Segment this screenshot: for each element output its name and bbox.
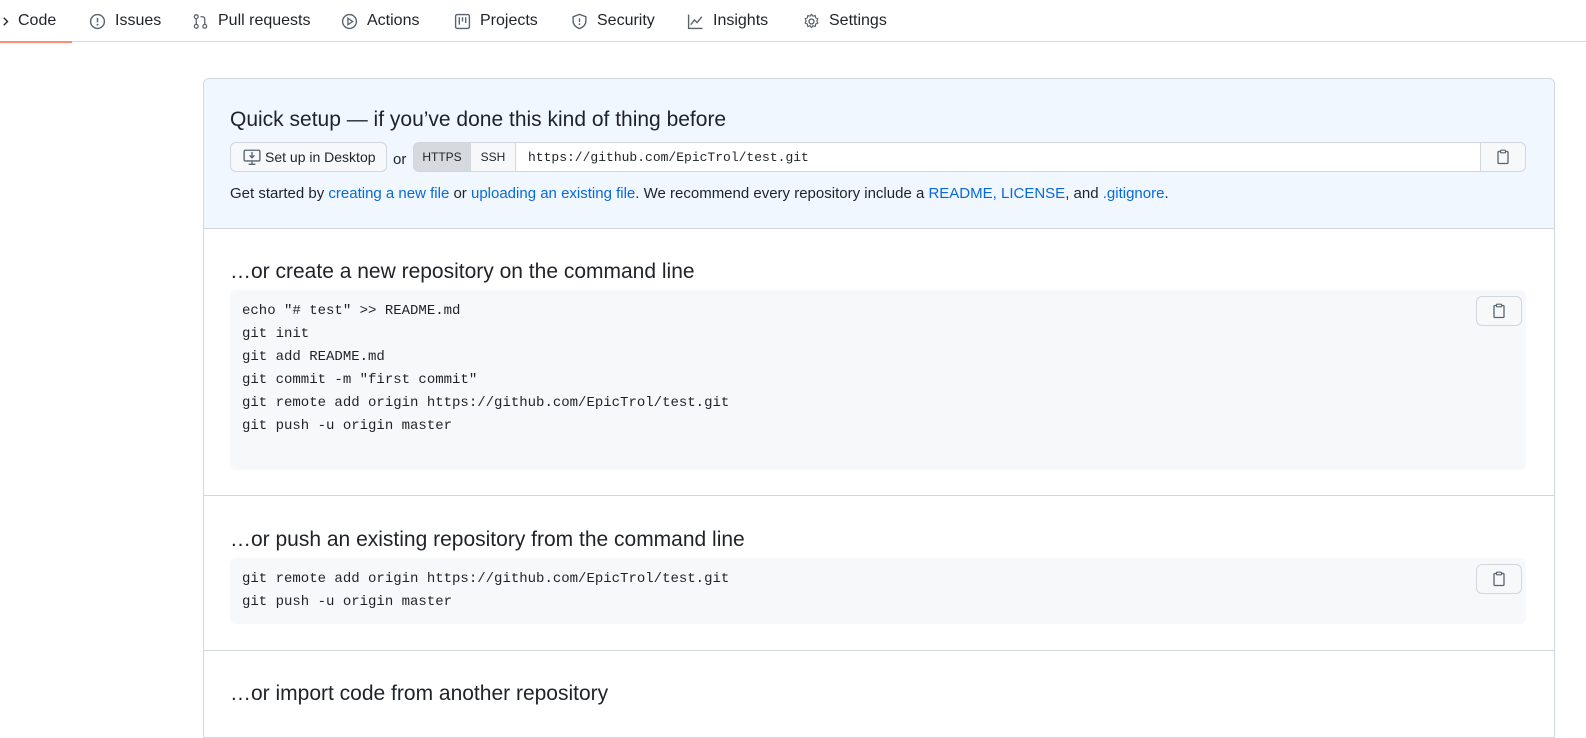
setup-in-desktop-label: Set up in Desktop bbox=[265, 149, 376, 165]
tab-label: Actions bbox=[367, 12, 420, 29]
gear-icon bbox=[804, 13, 819, 28]
gitignore-link[interactable]: .gitignore bbox=[1103, 185, 1165, 202]
protocol-https-button[interactable]: HTTPS bbox=[413, 142, 471, 172]
create-repo-code-block: echo "# test" >> README.md git init git … bbox=[230, 290, 1526, 470]
tab-label: Insights bbox=[713, 12, 769, 29]
code-line: git remote add origin https://github.com… bbox=[242, 395, 730, 411]
hint-text: or bbox=[449, 185, 471, 202]
code-line: git commit -m "first commit" bbox=[242, 372, 478, 388]
quick-setup-box: Quick setup — if you’ve done this kind o… bbox=[204, 79, 1554, 229]
create-new-file-link[interactable]: creating a new file bbox=[328, 185, 449, 202]
quick-setup-hint: Get started by creating a new file or up… bbox=[230, 185, 1169, 202]
pull-request-icon bbox=[193, 13, 208, 29]
create-repo-title: …or create a new repository on the comma… bbox=[230, 260, 695, 283]
code-line: git init bbox=[242, 326, 310, 342]
or-label: or bbox=[393, 151, 407, 168]
code-line: git push -u origin master bbox=[242, 594, 453, 610]
copy-url-button[interactable] bbox=[1480, 142, 1526, 172]
tab-security[interactable]: Security bbox=[571, 0, 655, 42]
play-icon bbox=[341, 13, 358, 29]
selected-tab-indicator bbox=[0, 41, 72, 43]
protocol-ssh-button[interactable]: SSH bbox=[471, 142, 516, 172]
tab-pull-requests[interactable]: Pull requests bbox=[192, 0, 311, 42]
clone-url-input[interactable] bbox=[516, 142, 1481, 172]
push-repo-title: …or push an existing repository from the… bbox=[230, 528, 745, 551]
empty-repo-panel: Quick setup — if you’ve done this kind o… bbox=[203, 78, 1555, 738]
tab-label: Code bbox=[18, 12, 57, 29]
upload-existing-file-link[interactable]: uploading an existing file bbox=[471, 185, 635, 202]
issue-icon bbox=[89, 13, 106, 29]
copy-push-commands-button[interactable] bbox=[1476, 564, 1522, 594]
code-line: echo "# test" >> README.md bbox=[242, 303, 461, 319]
hint-text: , bbox=[992, 185, 1001, 202]
copy-create-commands-button[interactable] bbox=[1476, 296, 1522, 326]
section-divider bbox=[204, 650, 1554, 651]
tab-projects[interactable]: Projects bbox=[454, 0, 538, 42]
clipboard-icon bbox=[1497, 149, 1509, 165]
project-icon bbox=[454, 13, 471, 29]
code-icon bbox=[3, 16, 9, 26]
readme-link[interactable]: README bbox=[928, 185, 992, 202]
tab-label: Pull requests bbox=[218, 12, 311, 29]
tab-label: Projects bbox=[480, 12, 538, 29]
tab-issues[interactable]: Issues bbox=[89, 0, 161, 42]
shield-icon bbox=[572, 13, 587, 29]
code-line: git add README.md bbox=[242, 349, 385, 365]
hint-text: , and bbox=[1065, 185, 1103, 202]
hint-text: . bbox=[1164, 185, 1169, 202]
tab-actions[interactable]: Actions bbox=[341, 0, 419, 42]
hint-text: . We recommend every repository include … bbox=[635, 185, 929, 202]
code-line: git push -u origin master bbox=[242, 418, 453, 434]
import-repo-title: …or import code from another repository bbox=[230, 682, 609, 705]
tab-insights[interactable]: Insights bbox=[687, 0, 768, 42]
tab-settings[interactable]: Settings bbox=[803, 0, 887, 42]
clipboard-icon bbox=[1493, 303, 1505, 319]
graph-icon bbox=[687, 14, 703, 29]
clipboard-icon bbox=[1493, 571, 1505, 587]
license-link[interactable]: LICENSE bbox=[1001, 185, 1065, 202]
tab-code[interactable]: Code bbox=[0, 0, 72, 43]
desktop-download-icon bbox=[243, 149, 261, 165]
tab-label: Issues bbox=[115, 12, 162, 29]
quick-setup-title: Quick setup — if you’ve done this kind o… bbox=[230, 108, 727, 131]
repo-nav: Code Issues Pull requests Actions Projec… bbox=[0, 0, 1586, 43]
section-divider bbox=[204, 495, 1554, 496]
setup-in-desktop-button[interactable]: Set up in Desktop bbox=[230, 142, 387, 172]
hint-text: Get started by bbox=[230, 185, 329, 202]
code-line: git remote add origin https://github.com… bbox=[242, 571, 730, 587]
push-repo-code-block: git remote add origin https://github.com… bbox=[230, 558, 1526, 624]
tab-label: Settings bbox=[829, 12, 887, 29]
tab-label: Security bbox=[597, 12, 655, 29]
